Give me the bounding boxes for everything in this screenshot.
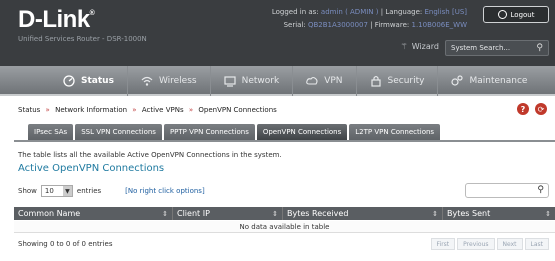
page-size-control: Show 10 ▼ entries [No right click option… [18, 185, 205, 197]
gears-icon [451, 75, 464, 86]
help-icon[interactable]: ? [517, 103, 529, 115]
nav-maintenance[interactable]: Maintenance [438, 66, 540, 96]
dlink-logo[interactable]: D-Link® [18, 6, 95, 34]
table-empty-row: No data available in table [14, 221, 555, 233]
previous-page-button[interactable]: Previous [457, 238, 495, 250]
breadcrumb-network-information[interactable]: Network Information [55, 106, 127, 114]
next-page-button[interactable]: Next [496, 238, 523, 250]
refresh-icon[interactable]: ⟳ [535, 103, 547, 115]
first-page-button[interactable]: First [430, 238, 456, 250]
search-icon: ⚲ [537, 185, 544, 195]
header: D-Link® Unified Services Router - DSR-10… [0, 0, 555, 66]
tab-pptp-vpn[interactable]: PPTP VPN Connections [163, 124, 255, 140]
tab-openvpn[interactable]: OpenVPN Connections [256, 124, 348, 140]
tab-ipsec-sas[interactable]: IPsec SAs [28, 124, 74, 140]
breadcrumb-active-vpns[interactable]: Active VPNs [142, 106, 184, 114]
logout-button[interactable]: Logout [483, 6, 549, 23]
last-page-button[interactable]: Last [524, 238, 549, 250]
nav-status[interactable]: Status [50, 66, 128, 96]
right-click-options-note: [No right click options] [125, 187, 205, 195]
column-common-name[interactable]: Common Name ⇕ [14, 207, 173, 220]
system-search-input[interactable]: System Search... ⚲ [445, 40, 549, 56]
search-icon[interactable]: ⚲ [536, 43, 543, 53]
table-header: Common Name ⇕ Client IP ⇕ Bytes Received ⇕ … [14, 207, 555, 220]
nav-network[interactable]: Network [211, 66, 294, 96]
nav-security[interactable]: Security [357, 66, 439, 96]
language-link[interactable]: English [US] [424, 8, 467, 16]
tab-l2tp-vpn[interactable]: L2TP VPN Connections [349, 124, 441, 140]
logged-in-user: admin ( ADMIN ) [320, 8, 379, 16]
serial-value: QB2B1A3000007 [307, 21, 368, 29]
gauge-icon [63, 75, 75, 87]
device-info: Serial: QB2B1A3000007 | Firmware: 1.10B0… [283, 21, 467, 29]
section-title: Active OpenVPN Connections [18, 163, 165, 174]
page-size-select[interactable]: 10 ▼ [40, 185, 73, 197]
breadcrumb-openvpn-connections: OpenVPN Connections [198, 106, 277, 114]
nav-vpn[interactable]: VPN [293, 66, 357, 96]
cloud-icon [306, 76, 318, 85]
main-nav: Status Wireless Network VPN Security Mai… [0, 66, 555, 96]
sort-icon: ⇕ [272, 209, 278, 218]
column-bytes-sent[interactable]: Bytes Sent ⇕ [443, 207, 555, 220]
network-icon [224, 76, 236, 87]
column-bytes-received[interactable]: Bytes Received ⇕ [283, 207, 443, 220]
wand-icon: ⚚ [400, 42, 408, 51]
login-info: Logged in as: admin ( ADMIN ) | Language… [271, 8, 467, 16]
wizard-link[interactable]: ⚚ Wizard [401, 42, 439, 51]
nav-wireless[interactable]: Wireless [128, 66, 211, 96]
vpn-tabs: IPsec SAs SSL VPN Connections PPTP VPN C… [28, 124, 441, 140]
product-subtitle: Unified Services Router - DSR-1000N [18, 35, 147, 43]
table-search-input[interactable]: ⚲ [465, 183, 549, 198]
column-client-ip[interactable]: Client IP ⇕ [173, 207, 283, 220]
firmware-value: 1.10B006E_WW [411, 21, 467, 29]
page-description: The table lists all the available Active… [18, 151, 282, 159]
chevron-down-icon: ▼ [62, 186, 72, 196]
power-icon [497, 10, 507, 19]
sort-icon: ⇕ [432, 209, 438, 218]
lock-icon [370, 75, 381, 87]
pagination: First Previous Next Last [430, 238, 549, 250]
sort-icon: ⇕ [545, 209, 551, 218]
table-info: Showing 0 to 0 of 0 entries [18, 240, 113, 248]
breadcrumb-status[interactable]: Status [18, 106, 40, 114]
tab-ssl-vpn[interactable]: SSL VPN Connections [75, 124, 162, 140]
wifi-icon [141, 76, 153, 86]
tab-divider [14, 140, 555, 142]
breadcrumb: Status » Network Information » Active VP… [18, 106, 277, 114]
sort-icon: ⇕ [162, 209, 168, 218]
